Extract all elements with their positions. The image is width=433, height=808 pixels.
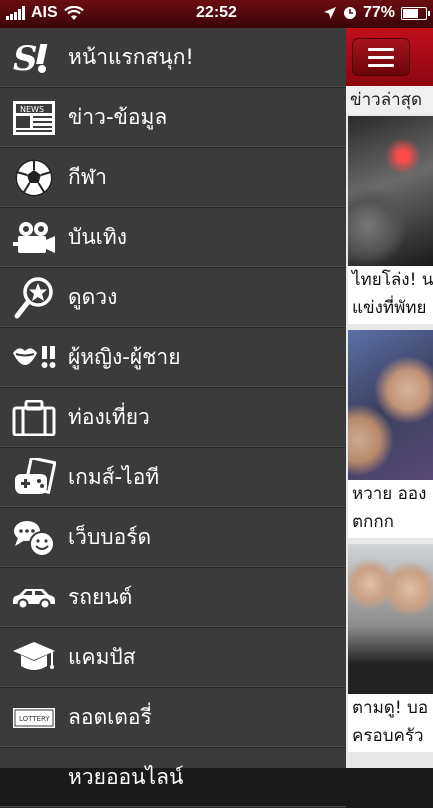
menu-item-label: ลอตเตอรี่ [68,705,152,729]
svg-text:LOTTERY: LOTTERY [19,715,50,723]
menu-item-webboard[interactable]: เว็บบอร์ด [0,508,346,568]
news-icon: NEWS [0,100,68,136]
menu-item-sports[interactable]: กีฬา [0,148,346,208]
menu-item-lottery[interactable]: LOTTERY ลอตเตอรี่ [0,688,346,748]
news-title-line1: ไทยโล่ง! น [352,270,433,290]
news-title-line2: ครอบครัว [352,726,424,746]
menu-item-sanook-home[interactable]: S หน้าแรกสนุก! [0,28,346,88]
hamburger-icon [368,47,394,51]
svg-text:S: S [13,41,38,75]
section-label: ข่าวล่าสุด [346,86,433,114]
menu-item-label: รถยนต์ [68,585,133,609]
magnifier-star-icon [0,276,68,319]
news-card[interactable]: หวาย ออง ตกกก [348,330,433,538]
menu-item-label: หวยออนไลน์ [68,765,184,789]
news-title-line1: ตามดู! บอ [352,698,429,718]
status-bar: AIS 22:52 77% [0,0,433,28]
car-icon [0,586,68,610]
news-card[interactable]: ตามดู! บอ ครอบครัว [348,544,433,752]
menu-item-cars[interactable]: รถยนต์ [0,568,346,628]
lottery-ticket-icon: LOTTERY [0,707,68,729]
menu-item-label: เว็บบอร์ด [68,525,152,549]
menu-item-label: ข่าว-ข้อมูล [68,105,168,129]
news-thumbnail [348,116,433,266]
menu-item-label: บันเทิง [68,225,127,249]
menu-item-label: ดูดวง [68,285,118,309]
game-controller-icon [0,457,68,498]
top-bar [346,28,433,86]
news-title-line2: แข่งที่พัทย [352,298,427,318]
movie-camera-icon [0,220,68,256]
news-title-line2: ตกกก [352,512,394,532]
menu-item-travel[interactable]: ท่องเที่ยว [0,388,346,448]
menu-item-label: หน้าแรกสนุก! [68,45,194,69]
news-thumbnail [348,330,433,480]
svg-text:NEWS: NEWS [20,105,44,114]
battery-icon [401,6,430,20]
menu-item-label: กีฬา [68,165,107,189]
menu-item-games-it[interactable]: เกมส์-ไอที [0,448,346,508]
menu-item-label: เกมส์-ไอที [68,465,160,489]
menu-toggle-button[interactable] [352,38,410,76]
sanook-logo-icon: S [0,41,68,75]
menu-item-campus[interactable]: แคมปัส [0,628,346,688]
menu-item-label: แคมปัส [68,645,136,669]
news-title-line1: หวาย ออง [352,484,427,504]
location-arrow-icon [323,7,336,19]
menu-item-news[interactable]: NEWS ข่าว-ข้อมูล [0,88,346,148]
menu-item-women-men[interactable]: ผู้หญิง-ผู้ชาย [0,328,346,388]
news-card[interactable]: ไทยโล่ง! น แข่งที่พัทย [348,116,433,324]
soccer-ball-icon [0,158,68,198]
lips-mustache-icon [0,343,68,373]
news-thumbnail [348,544,433,694]
menu-item-label: ท่องเที่ยว [68,405,150,429]
main-content-peek[interactable]: ข่าวล่าสุด ไทยโล่ง! น แข่งที่พัทย หวาย อ… [346,28,433,768]
battery-percent: 77% [362,4,395,21]
suitcase-icon [0,399,68,436]
side-menu: S หน้าแรกสนุก! NEWS ข่าว-ข้อมูล กีฬา บัน… [0,28,346,808]
chat-bubbles-icon [0,518,68,558]
graduation-cap-icon [0,640,68,676]
alarm-clock-icon [343,7,356,19]
menu-item-online-lottery[interactable]: หวยออนไลน์ [0,748,346,808]
menu-item-horoscope[interactable]: ดูดวง [0,268,346,328]
menu-item-entertainment[interactable]: บันเทิง [0,208,346,268]
menu-item-label: ผู้หญิง-ผู้ชาย [68,345,181,369]
